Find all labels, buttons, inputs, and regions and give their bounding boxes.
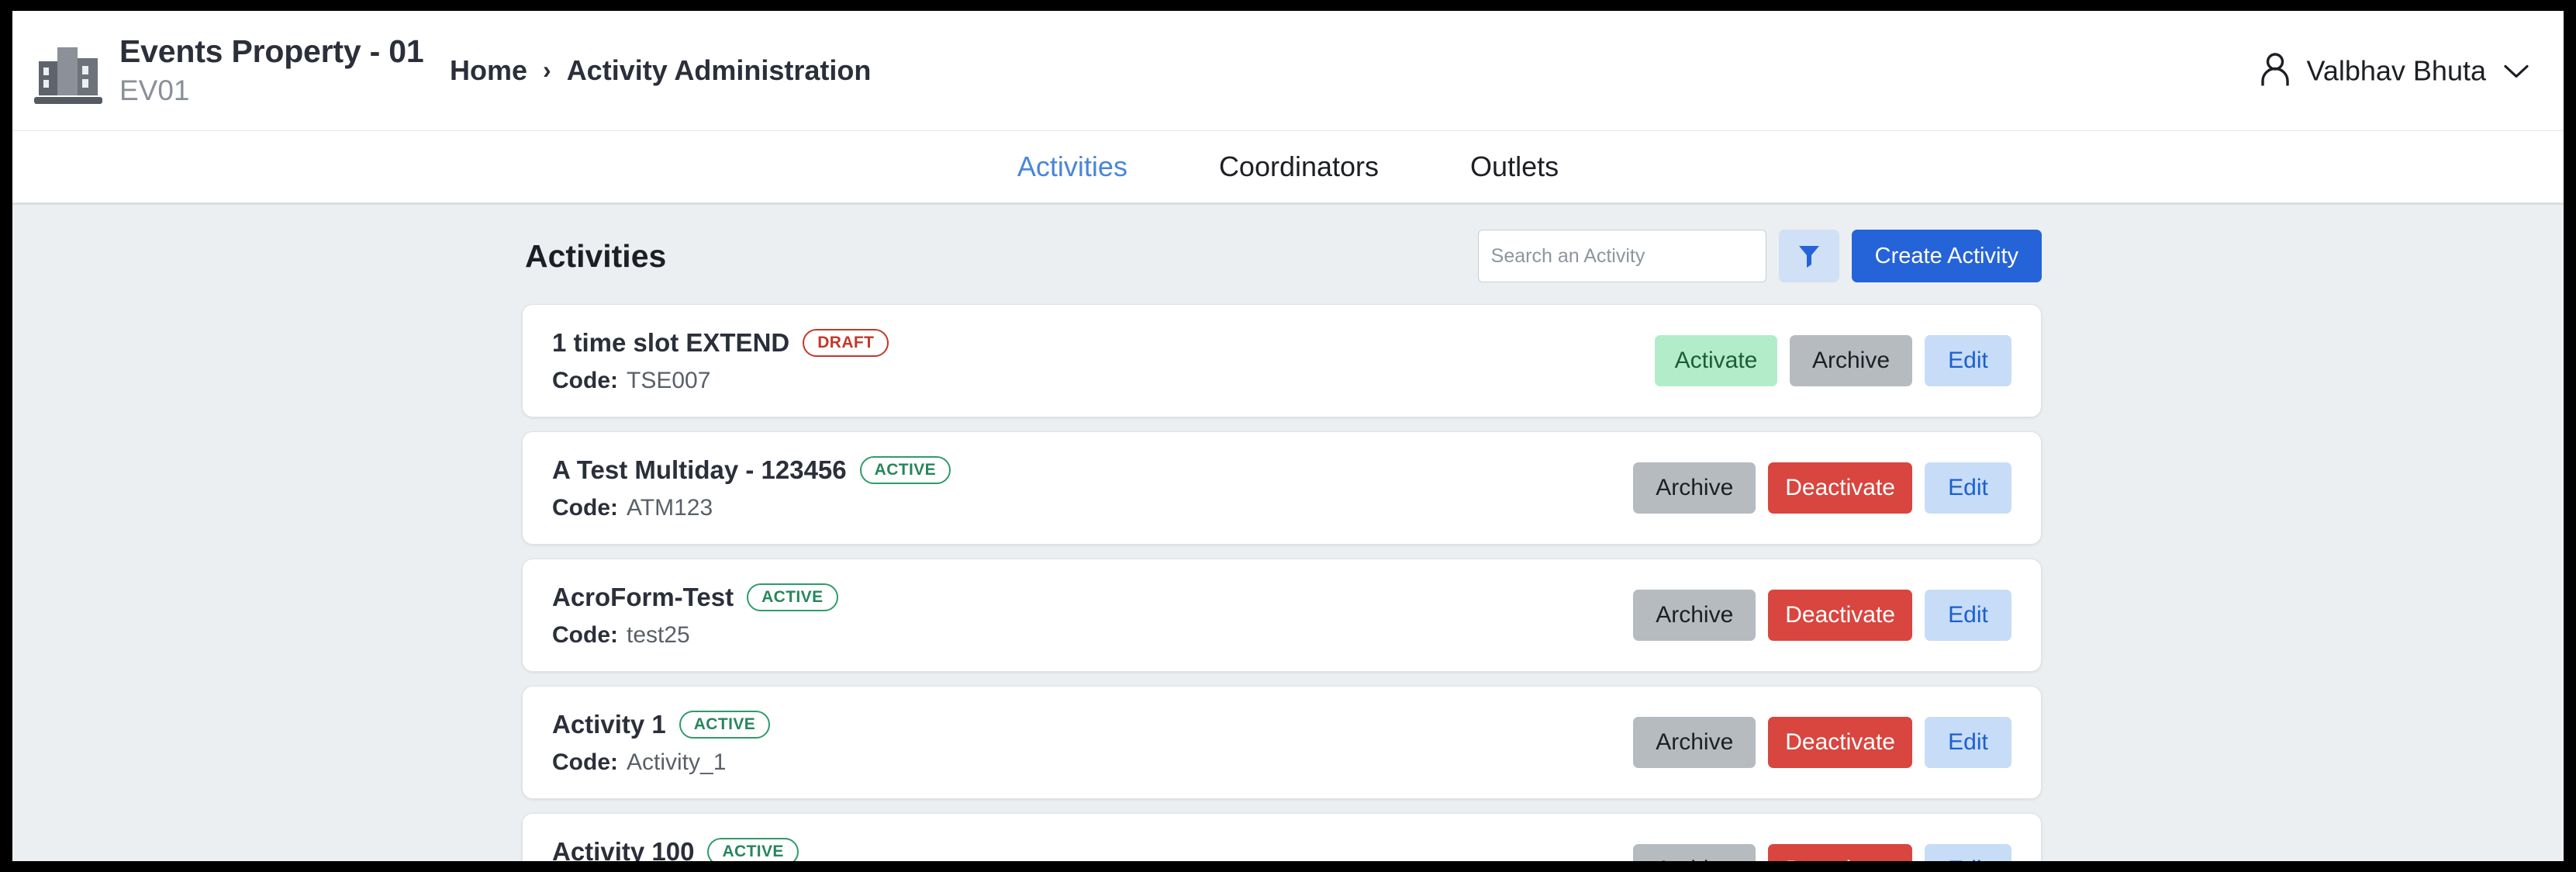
edit-button[interactable]: Edit <box>1925 717 2011 768</box>
activity-actions: Activate Archive Edit <box>1655 335 2011 386</box>
code-label: Code: <box>552 621 618 648</box>
breadcrumb: Home › Activity Administration <box>450 54 871 87</box>
activity-code: Code: TSE007 <box>552 368 1655 394</box>
edit-button[interactable]: Edit <box>1925 590 2011 641</box>
code-value: ATM123 <box>627 494 713 521</box>
code-value: TSE007 <box>627 367 711 393</box>
activity-actions: Archive Deactivate Edit <box>1633 844 2011 861</box>
activities-toolbar: Activities Create Activity <box>522 205 2042 290</box>
deactivate-button[interactable]: Deactivate <box>1768 717 1912 768</box>
activity-title-row: Activity 100 ACTIVE <box>552 836 1633 862</box>
activity-code: Code: ATM123 <box>552 495 1633 521</box>
code-label: Code: <box>552 367 618 393</box>
activity-card[interactable]: Activity 100 ACTIVE Code: Archive Deacti… <box>522 813 2042 861</box>
activity-card[interactable]: AcroForm-Test ACTIVE Code: test25 Archive… <box>522 559 2042 672</box>
activity-card[interactable]: 1 time slot EXTEND DRAFT Code: TSE007 Act… <box>522 304 2042 417</box>
page-title: Activities <box>525 237 667 274</box>
filter-funnel-icon <box>1797 243 1821 270</box>
app-screen: Events Property - 01 EV01 Home › Activit… <box>12 11 2564 861</box>
property-building-icon <box>28 33 109 108</box>
activity-title: AcroForm-Test <box>552 582 734 611</box>
archive-button[interactable]: Archive <box>1633 462 1756 514</box>
deactivate-button[interactable]: Deactivate <box>1768 462 1912 514</box>
property-code: EV01 <box>119 74 190 107</box>
section-tabs: Activities Coordinators Outlets <box>12 131 2564 205</box>
activity-info: AcroForm-Test ACTIVE Code: test25 <box>552 583 1633 649</box>
activity-info: 1 time slot EXTEND DRAFT Code: TSE007 <box>552 328 1655 394</box>
archive-button[interactable]: Archive <box>1790 335 1912 386</box>
tab-outlets[interactable]: Outlets <box>1467 146 1562 188</box>
activity-info: Activity 100 ACTIVE Code: <box>552 836 1633 862</box>
status-badge: DRAFT <box>803 328 889 357</box>
tab-activities[interactable]: Activities <box>1014 146 1131 188</box>
activity-info: Activity 1 ACTIVE Code: Activity_1 <box>552 710 1633 776</box>
search-input[interactable] <box>1477 230 1766 282</box>
activity-title: 1 time slot EXTEND <box>552 327 790 357</box>
activity-title-row: 1 time slot EXTEND DRAFT <box>552 328 1655 358</box>
activity-actions: Archive Deactivate Edit <box>1633 717 2011 768</box>
activity-title-row: Activity 1 ACTIVE <box>552 710 1633 739</box>
filter-button[interactable] <box>1778 230 1839 282</box>
tab-coordinators[interactable]: Coordinators <box>1216 146 1382 188</box>
edit-button[interactable]: Edit <box>1925 335 2011 386</box>
activity-info: A Test Multiday - 123456 ACTIVE Code: ATM… <box>552 455 1633 521</box>
archive-button[interactable]: Archive <box>1633 590 1756 641</box>
user-avatar-icon <box>2260 52 2291 90</box>
property-name: Events Property - 01 <box>119 33 424 70</box>
code-value: test25 <box>627 621 690 648</box>
status-badge: ACTIVE <box>679 710 771 739</box>
breadcrumb-item-current: Activity Administration <box>566 54 872 86</box>
edit-button[interactable]: Edit <box>1925 844 2011 861</box>
activity-title: Activity 1 <box>552 709 666 739</box>
deactivate-button[interactable]: Deactivate <box>1768 590 1912 641</box>
status-badge: ACTIVE <box>707 837 799 861</box>
edit-button[interactable]: Edit <box>1925 462 2011 514</box>
user-menu[interactable]: Valbhav Bhuta <box>2260 52 2529 90</box>
activity-actions: Archive Deactivate Edit <box>1633 462 2011 514</box>
code-value: Activity_1 <box>627 749 727 775</box>
archive-button[interactable]: Archive <box>1633 717 1756 768</box>
chevron-down-icon[interactable] <box>2503 62 2529 79</box>
activity-actions: Archive Deactivate Edit <box>1633 590 2011 641</box>
code-label: Code: <box>552 494 618 521</box>
main-content: Activities Create Activity <box>12 205 2564 861</box>
breadcrumb-item-home[interactable]: Home <box>450 54 527 87</box>
activity-title-row: AcroForm-Test ACTIVE <box>552 583 1633 612</box>
activity-code: Code: test25 <box>552 622 1633 649</box>
activity-card[interactable]: Activity 1 ACTIVE Code: Activity_1 Archiv… <box>522 686 2042 799</box>
activity-title: Activity 100 <box>552 836 695 862</box>
user-name-label: Valbhav Bhuta <box>2306 54 2486 86</box>
activity-title: A Test Multiday - 123456 <box>552 455 847 484</box>
archive-button[interactable]: Archive <box>1633 844 1756 861</box>
create-activity-button[interactable]: Create Activity <box>1851 230 2042 282</box>
brand-text: Events Property - 01 EV01 <box>119 33 424 109</box>
activity-card[interactable]: A Test Multiday - 123456 ACTIVE Code: ATM… <box>522 431 2042 545</box>
brand-block: Events Property - 01 EV01 <box>28 33 439 109</box>
status-badge: ACTIVE <box>859 455 951 484</box>
activate-button[interactable]: Activate <box>1655 335 1777 386</box>
app-header: Events Property - 01 EV01 Home › Activit… <box>12 11 2564 131</box>
status-badge: ACTIVE <box>747 583 838 611</box>
breadcrumb-separator-icon: › <box>543 55 551 84</box>
deactivate-button[interactable]: Deactivate <box>1768 844 1912 861</box>
activity-title-row: A Test Multiday - 123456 ACTIVE <box>552 455 1633 485</box>
activity-code: Code: Activity_1 <box>552 749 1633 776</box>
code-label: Code: <box>552 749 618 775</box>
activities-list: 1 time slot EXTEND DRAFT Code: TSE007 Act… <box>522 304 2042 861</box>
